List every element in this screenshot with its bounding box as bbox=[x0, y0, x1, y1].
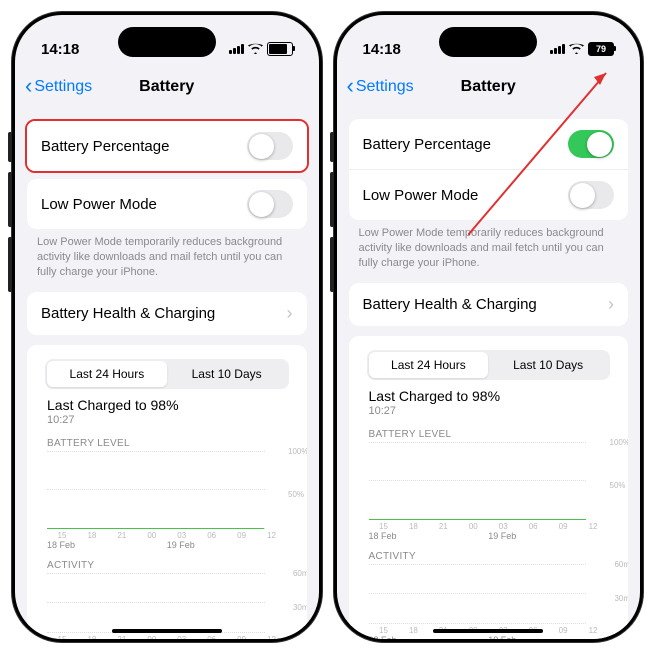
row-battery-percentage[interactable]: Battery Percentage bbox=[349, 119, 629, 169]
back-button[interactable]: ‹Settings bbox=[347, 75, 414, 99]
label-activity: ACTIVITY bbox=[369, 551, 416, 562]
screen: 14:18 ‹Settings Battery Battery Percenta… bbox=[15, 15, 319, 639]
page-title: Battery bbox=[139, 78, 194, 96]
chevron-right-icon: › bbox=[287, 303, 293, 324]
seg-10d[interactable]: Last 10 Days bbox=[167, 361, 287, 387]
seg-10d[interactable]: Last 10 Days bbox=[488, 352, 608, 378]
chart-activity bbox=[369, 564, 587, 624]
status-time: 14:18 bbox=[363, 41, 401, 58]
chart-battery-level bbox=[369, 442, 587, 520]
row-battery-percentage[interactable]: Battery Percentage bbox=[27, 121, 307, 171]
cellular-icon bbox=[229, 44, 244, 54]
back-button[interactable]: ‹Settings bbox=[25, 75, 92, 99]
highlight-box: Battery Percentage bbox=[25, 119, 309, 173]
label-battery-level: BATTERY LEVEL bbox=[47, 438, 130, 449]
status-time: 14:18 bbox=[41, 41, 79, 58]
phone-right: 14:18 79 ‹Settings Battery Battery Perce… bbox=[334, 12, 644, 642]
toggle-battery-percentage[interactable] bbox=[568, 130, 614, 158]
home-indicator[interactable] bbox=[112, 629, 222, 633]
battery-icon: 79 bbox=[588, 42, 614, 56]
low-power-hint: Low Power Mode temporarily reduces backg… bbox=[15, 229, 319, 282]
segmented-control[interactable]: Last 24 Hours Last 10 Days bbox=[367, 350, 611, 380]
chart-activity bbox=[47, 573, 265, 633]
row-low-power-mode[interactable]: Low Power Mode bbox=[349, 169, 629, 220]
page-title: Battery bbox=[461, 78, 516, 96]
toggle-low-power-mode[interactable] bbox=[568, 181, 614, 209]
battery-icon bbox=[267, 42, 293, 56]
last-charged: Last Charged to 98%10:27 bbox=[27, 395, 307, 428]
wifi-icon bbox=[569, 41, 584, 57]
seg-24h[interactable]: Last 24 Hours bbox=[47, 361, 167, 387]
wifi-icon bbox=[248, 41, 263, 57]
dynamic-island bbox=[439, 27, 537, 57]
toggle-battery-percentage[interactable] bbox=[247, 132, 293, 160]
row-battery-health[interactable]: Battery Health & Charging › bbox=[27, 292, 307, 335]
label-battery-level: BATTERY LEVEL bbox=[369, 429, 452, 440]
chevron-left-icon: ‹ bbox=[347, 73, 354, 99]
nav-bar: ‹Settings Battery bbox=[337, 69, 641, 109]
last-charged: Last Charged to 98%10:27 bbox=[349, 386, 629, 419]
dynamic-island bbox=[118, 27, 216, 57]
cellular-icon bbox=[550, 44, 565, 54]
label-activity: ACTIVITY bbox=[47, 560, 94, 571]
chevron-left-icon: ‹ bbox=[25, 73, 32, 99]
low-power-hint: Low Power Mode temporarily reduces backg… bbox=[337, 220, 641, 273]
home-indicator[interactable] bbox=[433, 629, 543, 633]
row-low-power-mode[interactable]: Low Power Mode bbox=[27, 179, 307, 229]
status-right: 79 bbox=[550, 41, 614, 57]
chevron-right-icon: › bbox=[608, 294, 614, 315]
segmented-control[interactable]: Last 24 Hours Last 10 Days bbox=[45, 359, 289, 389]
status-right bbox=[229, 41, 293, 57]
seg-24h[interactable]: Last 24 Hours bbox=[369, 352, 489, 378]
screen: 14:18 79 ‹Settings Battery Battery Perce… bbox=[337, 15, 641, 639]
phone-left: 14:18 ‹Settings Battery Battery Percenta… bbox=[12, 12, 322, 642]
toggle-low-power-mode[interactable] bbox=[247, 190, 293, 218]
nav-bar: ‹Settings Battery bbox=[15, 69, 319, 109]
chart-battery-level bbox=[47, 451, 265, 529]
row-battery-health[interactable]: Battery Health & Charging › bbox=[349, 283, 629, 326]
